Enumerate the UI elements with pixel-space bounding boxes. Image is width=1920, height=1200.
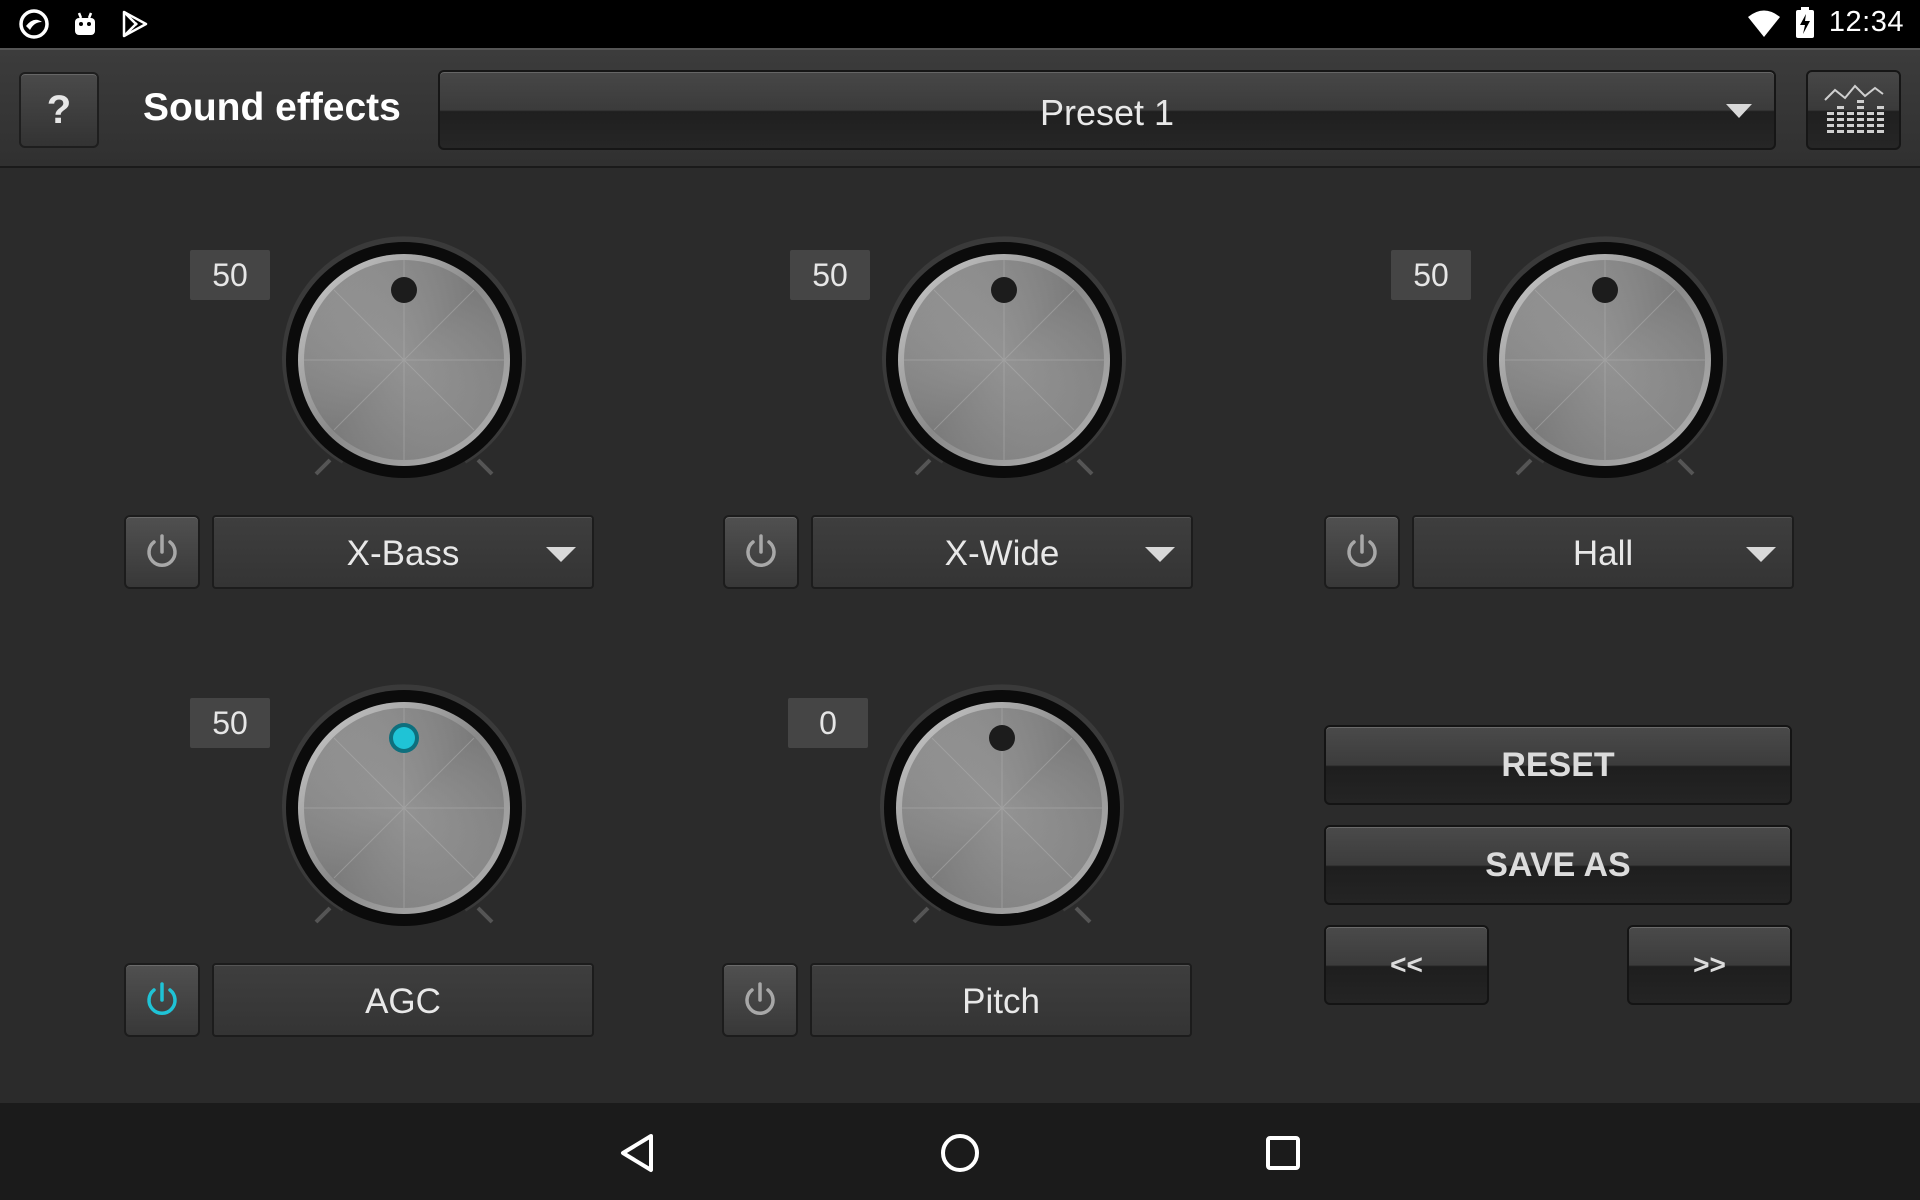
recents-icon	[1266, 1136, 1300, 1170]
chevron-down-icon	[1746, 547, 1776, 562]
page-title: Sound effects	[143, 86, 401, 129]
pitch-field[interactable]: Pitch	[810, 963, 1192, 1037]
previous-preset-button[interactable]: <<	[1324, 925, 1489, 1005]
x-bass-dropdown[interactable]: X-Bass	[212, 515, 594, 589]
power-icon	[745, 982, 775, 1015]
power-icon	[1347, 534, 1377, 567]
android-icon	[75, 12, 95, 35]
x-bass-value: 50	[190, 250, 270, 300]
back-button[interactable]	[607, 1123, 667, 1183]
wifi-icon	[1747, 10, 1780, 37]
x-bass-label: X-Bass	[346, 534, 460, 573]
home-button[interactable]	[930, 1123, 990, 1183]
x-bass-power-button[interactable]	[124, 515, 200, 589]
hall-dropdown[interactable]: Hall	[1412, 515, 1794, 589]
recents-button[interactable]	[1253, 1123, 1313, 1183]
pitch-label: Pitch	[962, 982, 1040, 1021]
navigation-bar	[0, 1103, 1920, 1200]
pitch-value: 0	[788, 698, 868, 748]
x-bass-knob[interactable]	[274, 230, 534, 490]
preset-dropdown[interactable]: Preset 1	[438, 70, 1776, 150]
reset-button[interactable]: RESET	[1324, 725, 1792, 805]
chevron-down-icon	[1145, 547, 1175, 562]
chevron-down-icon	[1726, 104, 1752, 118]
help-button[interactable]: ?	[19, 72, 99, 148]
x-wide-label: X-Wide	[944, 534, 1060, 573]
pitch-power-button[interactable]	[722, 963, 798, 1037]
agc-label: AGC	[365, 982, 441, 1021]
app-swirl-icon	[19, 9, 49, 39]
power-icon	[147, 982, 177, 1015]
play-store-icon	[122, 10, 148, 38]
preset-label: Preset 1	[1039, 92, 1175, 133]
back-icon	[621, 1134, 653, 1172]
agc-knob[interactable]	[274, 678, 534, 938]
x-wide-dropdown[interactable]: X-Wide	[811, 515, 1193, 589]
equalizer-button[interactable]	[1806, 70, 1901, 150]
next-preset-button[interactable]: >>	[1627, 925, 1792, 1005]
power-icon	[147, 534, 177, 567]
toolbar: ? Sound effects Preset 1	[0, 48, 1920, 168]
status-bar: 12:34	[0, 0, 1920, 48]
hall-label: Hall	[1572, 534, 1634, 573]
agc-field[interactable]: AGC	[212, 963, 594, 1037]
home-icon	[941, 1134, 979, 1172]
hall-knob[interactable]	[1475, 230, 1735, 490]
status-clock: 12:34	[1828, 6, 1904, 38]
equalizer-icon	[1823, 84, 1884, 133]
power-icon	[746, 534, 776, 567]
hall-value: 50	[1391, 250, 1471, 300]
x-wide-knob[interactable]	[874, 230, 1134, 490]
chevron-down-icon	[546, 547, 576, 562]
agc-power-button[interactable]	[124, 963, 200, 1037]
x-wide-value: 50	[790, 250, 870, 300]
battery-charging-icon	[1795, 6, 1814, 38]
x-wide-power-button[interactable]	[723, 515, 799, 589]
hall-power-button[interactable]	[1324, 515, 1400, 589]
agc-value: 50	[190, 698, 270, 748]
pitch-knob[interactable]	[872, 678, 1132, 938]
save-as-button[interactable]: SAVE AS	[1324, 825, 1792, 905]
